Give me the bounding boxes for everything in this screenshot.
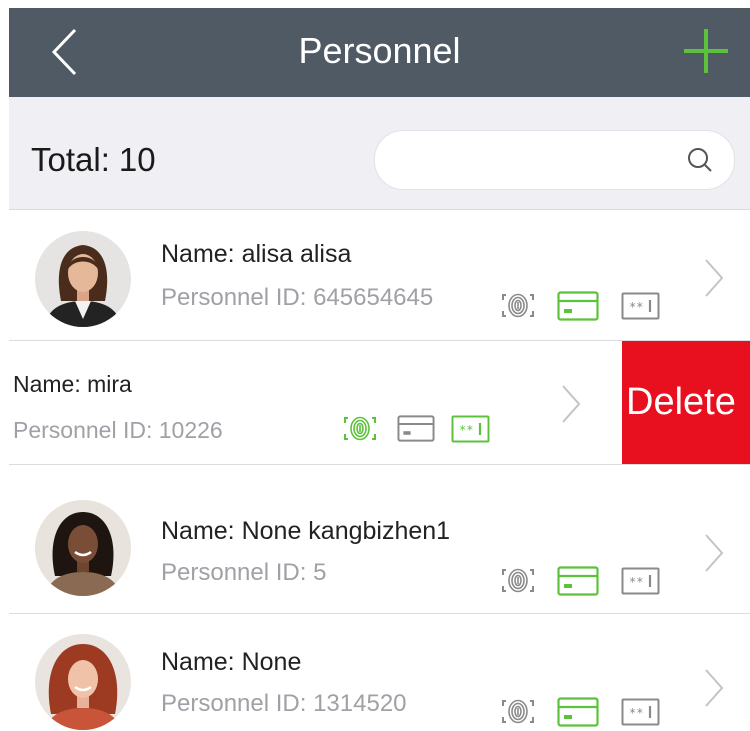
total-value: 10 [118,141,156,178]
person-name: Name: mira [13,371,132,397]
total-count: Total: 10 [31,141,156,179]
card-icon [557,697,599,727]
person-row-mira[interactable]: Name: mira Personnel ID: 10226 Delete [9,341,750,465]
chevron-right-icon[interactable] [703,668,725,708]
card-icon [557,291,599,321]
password-icon [621,292,660,320]
search-bar: Total: 10 [9,97,750,210]
chevron-right-icon[interactable] [560,384,582,424]
person-name: Name: None [161,648,302,676]
chevron-right-icon[interactable] [703,258,725,298]
chevron-right-icon[interactable] [703,533,725,573]
person-row-none[interactable]: Name: None Personnel ID: 1314520 [9,614,750,731]
search-box[interactable] [374,130,735,190]
page-title: Personnel [298,30,461,71]
search-icon[interactable] [685,145,715,175]
card-icon [397,415,435,442]
plus-icon [684,29,728,73]
password-icon [621,698,660,726]
person-name: Name: alisa alisa [161,240,352,268]
personnel-id: Personnel ID: 1314520 [161,690,407,717]
card-icon [557,566,599,596]
total-label: Total: [31,141,110,178]
fingerprint-icon [344,416,376,441]
person-row-alisa[interactable]: Name: alisa alisa Personnel ID: 64565464… [9,210,750,341]
nav-bar: Personnel [9,8,750,97]
avatar [35,231,131,327]
personnel-id: Personnel ID: 10226 [13,417,223,443]
person-name: Name: None kangbizhen1 [161,517,451,545]
delete-button[interactable]: Delete [622,341,750,464]
avatar [35,634,131,730]
person-row-kangbizhen1[interactable]: Name: None kangbizhen1 Personnel ID: 5 [9,465,750,614]
add-person-button[interactable] [681,26,731,76]
fingerprint-icon [502,568,534,593]
fingerprint-icon [502,293,534,318]
password-icon [621,567,660,595]
avatar [35,500,131,596]
password-icon [451,415,490,443]
search-input[interactable] [395,141,669,181]
app-frame: Personnel Total: 10 Name: alisa alisa Pe… [9,8,750,731]
personnel-id: Personnel ID: 645654645 [161,284,434,311]
fingerprint-icon [502,699,534,724]
personnel-id: Personnel ID: 5 [161,559,327,586]
